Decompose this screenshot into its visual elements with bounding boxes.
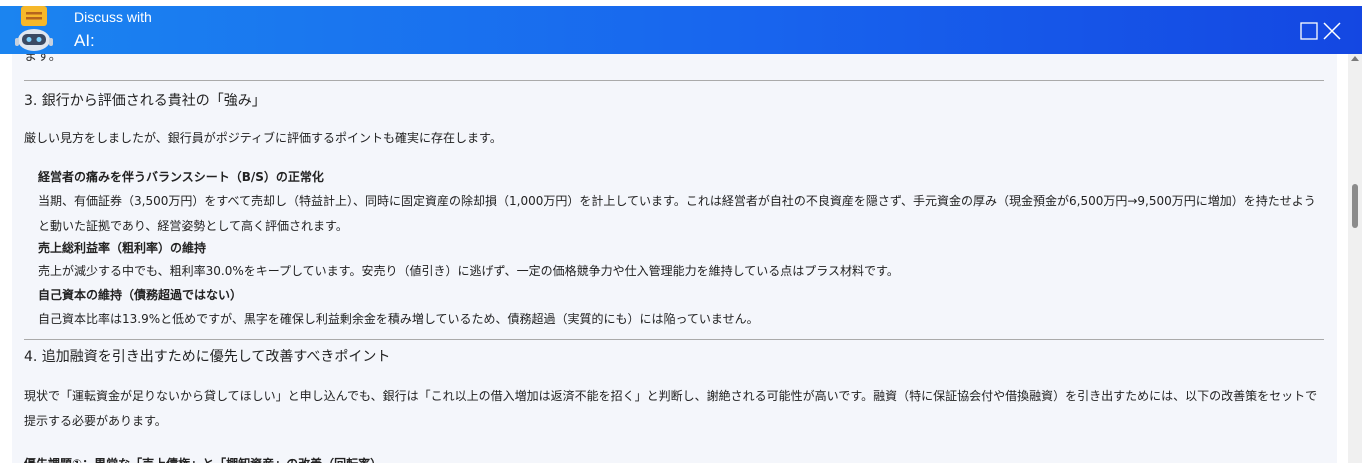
maximize-icon[interactable]	[1298, 20, 1320, 42]
list-item-title: 売上総利益率（粗利率）の維持	[38, 241, 207, 255]
chat-window-titlebar[interactable]: Discuss with AI:	[0, 6, 1362, 54]
section-intro: 現状で「運転資金が足りないから貸してほしい」と申し込んでも、銀行は「これ以上の借…	[24, 389, 1318, 428]
vertical-scrollbar[interactable]	[1348, 54, 1362, 463]
section-divider	[24, 339, 1324, 340]
close-icon[interactable]	[1321, 20, 1343, 42]
section-heading-strengths: 3. 銀行から評価される貴社の「強み」	[24, 93, 266, 109]
scrollbar-thumb[interactable]	[1352, 184, 1358, 228]
clipped-text-top: ます。	[24, 54, 62, 64]
section-divider	[24, 80, 1324, 81]
list-item-title: 経営者の痛みを伴うバランスシート（B/S）の正常化	[38, 170, 324, 184]
window-title: Discuss with	[74, 9, 152, 25]
section-heading-improvements: 4. 追加融資を引き出すために優先して改善すべきポイント	[24, 349, 391, 365]
robot-avatar-icon	[12, 6, 56, 54]
window-subtitle: AI:	[74, 31, 95, 50]
section-intro: 厳しい見方をしましたが、銀行員がポジティブに評価するポイントも確実に存在します。	[24, 131, 502, 145]
chat-message-content: ます。 3. 銀行から評価される貴社の「強み」 厳しい見方をしましたが、銀行員が…	[12, 54, 1337, 463]
clipped-text-bottom: 優先課題①：異常な「売上債権」と「棚卸資産」の改善（回転率）	[24, 455, 382, 463]
list-item-body: 売上が減少する中でも、粗利率30.0%をキープしています。安売り（値引き）に逃げ…	[38, 264, 899, 278]
list-item-body: 自己資本比率は13.9%と低めですが、黒字を確保し利益剰余金を積み増しているため…	[38, 312, 759, 326]
list-item-body: 当期、有価証券（3,500万円）をすべて売却し（特益計上）、同時に固定資産の除却…	[38, 194, 1316, 233]
scroll-up-arrow-icon[interactable]	[1351, 56, 1359, 61]
list-item-title: 自己資本の維持（債務超過ではない）	[38, 288, 243, 302]
